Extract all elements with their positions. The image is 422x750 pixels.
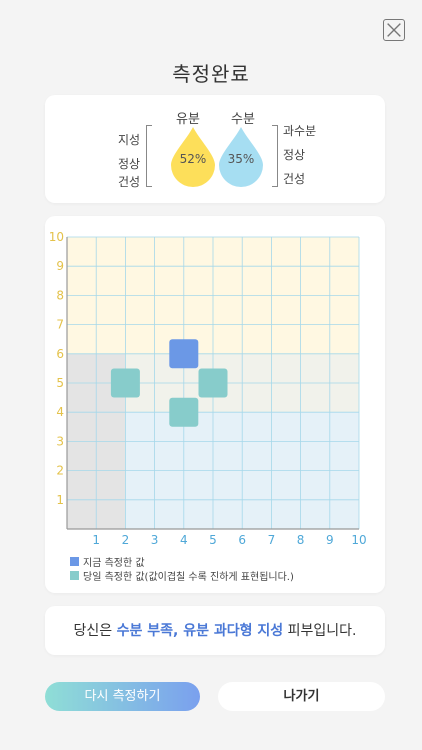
chart-cell-same-day xyxy=(169,397,199,427)
oil-scale-low-label: 건성 xyxy=(118,175,141,189)
chart-x-tick-label: 4 xyxy=(180,533,188,547)
legend-current: 지금 측정한 값 xyxy=(70,554,145,569)
chart-x-tick-label: 6 xyxy=(238,533,246,547)
chart-x-tick-label: 3 xyxy=(151,533,159,547)
oil-scale-high-label: 지성 xyxy=(118,133,141,147)
page-title: 측정완료 xyxy=(172,62,250,86)
chart-y-tick-label: 4 xyxy=(56,405,64,419)
chart-y-tick-label: 1 xyxy=(56,493,64,507)
chart-y-tick-label: 3 xyxy=(56,434,64,448)
chart-x-tick-label: 1 xyxy=(92,533,100,547)
chart-y-tick-label: 8 xyxy=(56,288,64,302)
water-scale-high-label: 과수분 xyxy=(283,124,317,138)
chart-y-tick-label: 2 xyxy=(56,464,64,478)
chart-y-tick-label: 5 xyxy=(56,376,64,390)
summary-card: 당신은 수분 부족, 유분 과다형 지성 피부입니다. xyxy=(45,606,385,655)
chart-cell-current xyxy=(169,339,199,369)
chart-y-tick-label: 10 xyxy=(49,230,64,244)
skin-chart: 1 2 3 4 5 6 7 8 9 10 1 2 3 4 5 6 7 8 9 10 xyxy=(49,230,367,547)
chart-x-tick-label: 7 xyxy=(268,533,276,547)
chart-y-tick-label: 6 xyxy=(56,347,64,361)
water-scale-bracket xyxy=(272,125,278,187)
summary-prefix: 당신은 xyxy=(73,623,117,639)
chart-x-tick-label: 2 xyxy=(122,533,130,547)
water-value: 35% xyxy=(227,152,255,166)
chart-y-tick-label: 9 xyxy=(56,259,64,273)
result-card: 지성 정상 건성 유분 52% 수분 35% 과수분 정상 건성 xyxy=(45,95,385,203)
exit-button[interactable]: 나가기 xyxy=(218,682,385,711)
legend-same-day: 당일 측정한 값(값이겹칠 수록 진하게 표현됩니다.) xyxy=(70,568,294,583)
water-scale-low-label: 건성 xyxy=(283,172,306,186)
legend-same-day-label: 당일 측정한 값(값이겹칠 수록 진하게 표현됩니다.) xyxy=(83,572,294,583)
chart-x-tick-label: 8 xyxy=(297,533,305,547)
chart-cell-same-day xyxy=(198,368,228,398)
summary-suffix: 피부입니다. xyxy=(283,623,357,639)
close-button[interactable] xyxy=(383,19,405,41)
oil-value: 52% xyxy=(179,152,207,166)
chart-card: 1 2 3 4 5 6 7 8 9 10 1 2 3 4 5 6 7 8 9 10 지금 측정한 값 당일 측정한 값… xyxy=(45,216,385,593)
summary-highlight: 수분 부족, 유분 과다형 지성 xyxy=(116,623,284,639)
retry-button[interactable]: 다시 측정하기 xyxy=(45,682,200,711)
legend-same-day-swatch xyxy=(70,571,79,580)
oil-scale-bracket xyxy=(146,125,152,187)
chart-y-tick-label: 7 xyxy=(56,318,64,332)
close-icon xyxy=(387,23,401,37)
summary-text: 당신은 수분 부족, 유분 과다형 지성 피부입니다. xyxy=(45,620,385,640)
water-scale-mid-label: 정상 xyxy=(283,148,306,162)
chart-cell-same-day xyxy=(110,368,140,398)
chart-x-tick-label: 9 xyxy=(326,533,334,547)
chart-x-tick-label: 10 xyxy=(351,533,366,547)
chart-x-tick-label: 5 xyxy=(209,533,217,547)
legend-current-swatch xyxy=(70,557,79,566)
oil-scale-mid-label: 정상 xyxy=(118,157,141,171)
legend-current-label: 지금 측정한 값 xyxy=(83,558,145,569)
